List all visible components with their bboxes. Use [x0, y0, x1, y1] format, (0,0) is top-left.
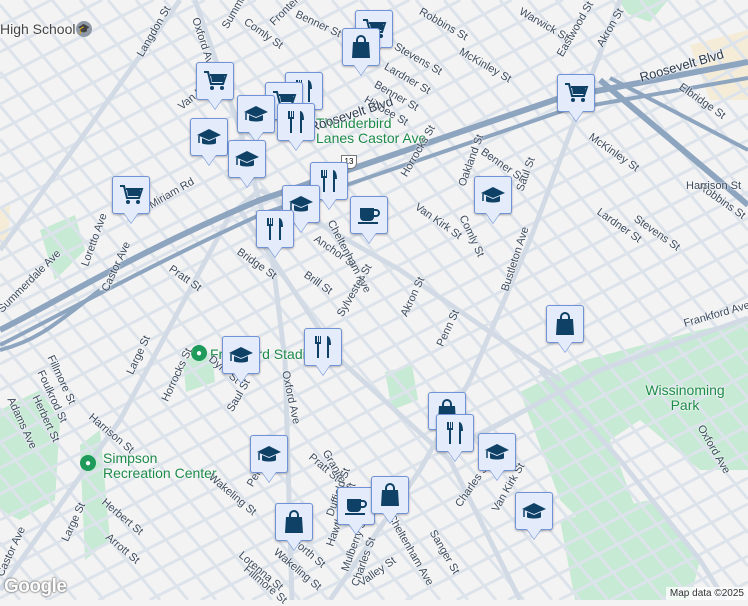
education-marker[interactable] [222, 336, 260, 374]
shopping-bag-icon [281, 509, 307, 535]
shopping-bag-icon [348, 34, 374, 60]
shopping-cart-icon [118, 182, 144, 208]
coffee-icon [356, 202, 382, 228]
map-attribution[interactable]: Map data ©2025 [665, 587, 748, 600]
shopping-bag-marker[interactable] [275, 503, 313, 541]
park-poi-icon: ● [80, 455, 96, 471]
street-label: Harrison St [686, 180, 742, 192]
restaurant-icon [262, 216, 288, 242]
poi-simpson-recreation-center[interactable]: Simpson Recreation Center [103, 451, 223, 481]
coffee-icon [343, 493, 369, 519]
education-marker[interactable] [228, 140, 266, 178]
education-icon [228, 342, 254, 368]
coffee-marker[interactable] [337, 487, 375, 525]
restaurant-marker[interactable] [277, 103, 315, 141]
education-marker[interactable] [478, 433, 516, 471]
coffee-marker[interactable] [350, 196, 388, 234]
shopping-cart-marker[interactable] [196, 62, 234, 100]
education-icon [243, 101, 269, 127]
shopping-bag-icon [377, 482, 403, 508]
restaurant-icon [283, 109, 309, 135]
education-icon [196, 124, 222, 150]
education-marker[interactable] [515, 492, 553, 530]
shopping-bag-marker[interactable] [546, 305, 584, 343]
shopping-bag-icon [552, 311, 578, 337]
shopping-cart-marker[interactable] [112, 176, 150, 214]
education-icon [521, 498, 547, 524]
shopping-bag-marker[interactable] [371, 476, 409, 514]
restaurant-icon [310, 334, 336, 360]
education-icon [234, 146, 260, 172]
shopping-cart-marker[interactable] [557, 74, 595, 112]
education-icon [256, 441, 282, 467]
restaurant-marker[interactable] [256, 210, 294, 248]
restaurant-marker[interactable] [436, 414, 474, 452]
shopping-bag-marker[interactable] [342, 28, 380, 66]
shopping-cart-icon [563, 80, 589, 106]
restaurant-marker[interactable] [304, 328, 342, 366]
poi-wissinoming-park[interactable]: Wissinoming Park [640, 383, 730, 413]
google-logo: Google [4, 576, 67, 597]
education-icon [480, 182, 506, 208]
shopping-cart-icon [202, 68, 228, 94]
education-marker[interactable] [190, 118, 228, 156]
poi-high-school[interactable]: High School [0, 22, 76, 37]
education-marker[interactable] [250, 435, 288, 473]
restaurant-icon [442, 420, 468, 446]
education-marker[interactable] [237, 95, 275, 133]
school-poi-icon: 🎓 [76, 21, 92, 37]
education-icon [484, 439, 510, 465]
education-marker[interactable] [474, 176, 512, 214]
